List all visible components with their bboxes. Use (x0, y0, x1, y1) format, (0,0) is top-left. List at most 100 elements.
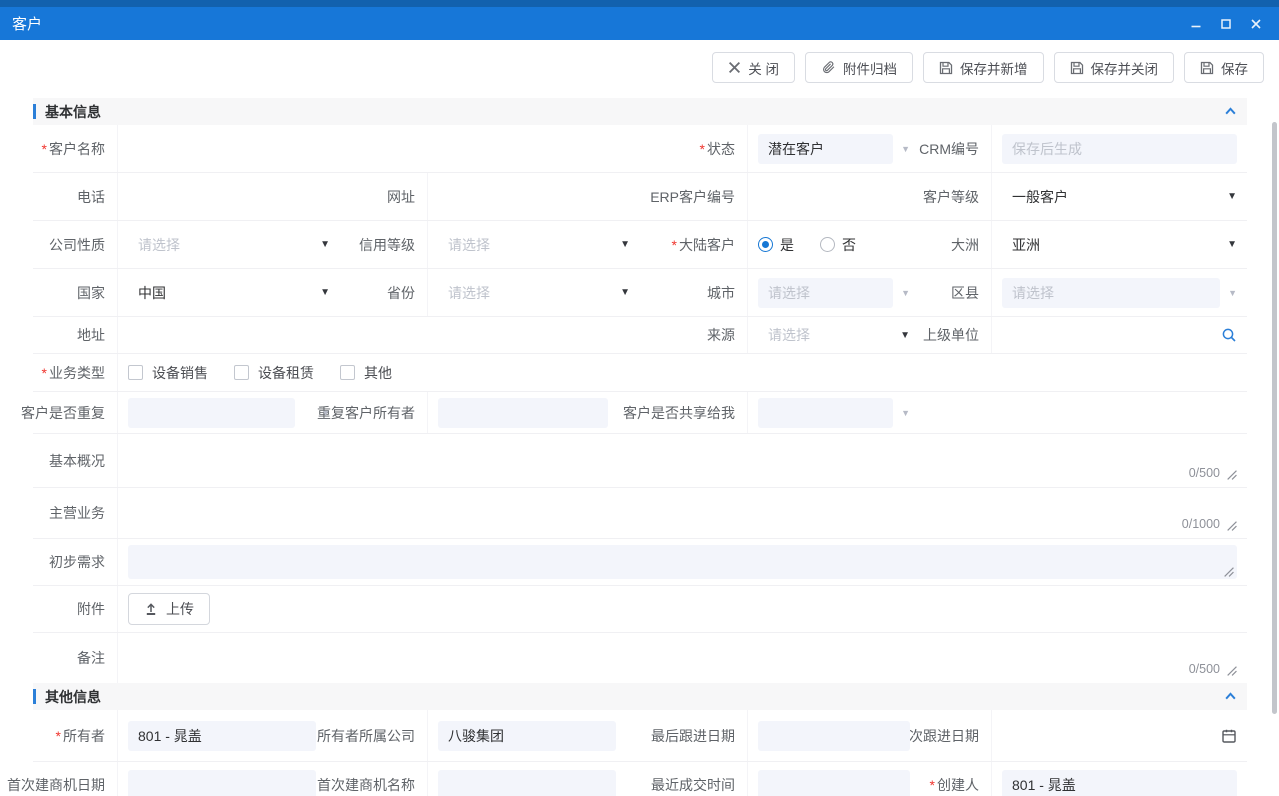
province-field: 请选择▼ (428, 269, 640, 316)
initial-demand-textarea[interactable] (128, 545, 1237, 579)
country-field: 中国▼ (118, 269, 340, 316)
minimize-button[interactable] (1185, 13, 1207, 35)
status-select[interactable]: 潜在客户▼ (758, 134, 910, 164)
company-nature-select[interactable]: 请选择▼ (128, 230, 330, 260)
first-opp-date-field (118, 762, 340, 796)
maximize-button[interactable] (1215, 13, 1237, 35)
form-row: 公司性质 请选择▼ 信用等级 请选择▼ *大陆客户 是 否 大洲 亚洲▼ (33, 221, 1247, 269)
continent-select[interactable]: 亚洲▼ (1002, 230, 1237, 260)
country-label: 国家 (33, 269, 118, 316)
crm-no-input[interactable] (1002, 134, 1237, 164)
checkbox-equipment-rental[interactable]: 设备租赁 (234, 363, 314, 383)
section-accent-bar (33, 689, 36, 704)
initial-demand-label: 初步需求 (33, 539, 118, 585)
form-row: 基本概况 0/500 (33, 434, 1247, 488)
upload-button[interactable]: 上传 (128, 593, 210, 625)
initial-demand-field (118, 539, 1247, 585)
district-field: 请选择▼ (992, 269, 1247, 316)
shared-to-me-select[interactable]: ▼ (758, 398, 910, 428)
last-follow-date-input[interactable] (758, 721, 910, 751)
checkbox-icon (234, 365, 249, 380)
attachment-archive-button[interactable]: 附件归档 (805, 52, 913, 83)
source-select[interactable]: 请选择▼ (758, 320, 910, 350)
radio-yes[interactable]: 是 (758, 235, 794, 255)
last-deal-time-input[interactable] (758, 770, 910, 796)
duplicate-owner-label: 重复客户所有者 (340, 392, 428, 433)
business-type-checkbox-group: 设备销售 设备租赁 其他 (128, 363, 392, 383)
chevron-up-icon[interactable] (1224, 690, 1237, 703)
credit-level-select[interactable]: 请选择▼ (438, 230, 630, 260)
save-and-new-button[interactable]: 保存并新增 (923, 52, 1044, 83)
checkbox-other[interactable]: 其他 (340, 363, 392, 383)
empty-cell (920, 392, 992, 433)
title-bar: 客户 (0, 7, 1279, 40)
is-duplicate-field: ▼ (118, 392, 340, 433)
checkbox-equipment-sales[interactable]: 设备销售 (128, 363, 208, 383)
credit-level-label: 信用等级 (340, 221, 428, 268)
radio-no[interactable]: 否 (820, 235, 856, 255)
form-row: *业务类型 设备销售 设备租赁 其他 (33, 354, 1247, 392)
basic-overview-textarea[interactable]: 0/500 (118, 434, 1247, 487)
last-follow-date-field (748, 710, 920, 761)
form-row: 地址 来源 请选择▼ 上级单位 (33, 317, 1247, 354)
province-select[interactable]: 请选择▼ (438, 278, 630, 308)
district-select[interactable]: 请选择▼ (1002, 278, 1237, 308)
shared-to-me-label: 客户是否共享给我 (640, 392, 748, 433)
is-duplicate-select[interactable]: ▼ (128, 398, 330, 428)
main-business-textarea[interactable]: 0/1000 (118, 488, 1247, 538)
mainland-label: *大陆客户 (640, 221, 748, 268)
company-nature-label: 公司性质 (33, 221, 118, 268)
business-type-field: 设备销售 设备租赁 其他 (118, 354, 1247, 391)
remark-textarea[interactable]: 0/500 (118, 633, 1247, 683)
owner-company-label: 所有者所属公司 (340, 710, 428, 761)
erp-no-input[interactable] (758, 189, 910, 205)
resize-handle-icon[interactable] (1226, 469, 1237, 480)
vertical-scrollbar[interactable] (1272, 122, 1277, 714)
customer-form: 基本信息 *客户名称 *状态 潜在客户▼ CRM编号 电话 网址 ERP客户编号… (33, 98, 1247, 796)
next-follow-date-input[interactable] (1002, 728, 1221, 744)
section-title: 其他信息 (45, 687, 101, 707)
chevron-down-icon: ▼ (901, 288, 910, 298)
mainland-radio-group: 是 否 (758, 235, 856, 255)
parent-unit-label: 上级单位 (920, 317, 992, 353)
first-opp-date-input[interactable] (128, 770, 316, 796)
checkbox-icon (128, 365, 143, 380)
form-row: 首次建商机日期 首次建商机名称 最近成交时间 *创建人 (33, 762, 1247, 796)
calendar-icon[interactable] (1221, 728, 1237, 744)
first-opp-name-label: 首次建商机名称 (340, 762, 428, 796)
owner-label: *所有者 (33, 710, 118, 761)
resize-handle-icon[interactable] (1226, 520, 1237, 531)
owner-input[interactable] (128, 721, 316, 751)
website-input[interactable] (438, 189, 630, 205)
resize-handle-icon[interactable] (1223, 566, 1234, 577)
close-window-button[interactable] (1245, 13, 1267, 35)
country-select[interactable]: 中国▼ (128, 278, 330, 308)
creator-input[interactable] (1002, 770, 1237, 796)
customer-name-input[interactable] (128, 141, 630, 157)
parent-unit-input[interactable] (1002, 327, 1221, 343)
company-nature-field: 请选择▼ (118, 221, 340, 268)
save-button[interactable]: 保存 (1184, 52, 1264, 83)
save-and-close-button[interactable]: 保存并关闭 (1054, 52, 1175, 83)
paperclip-icon (821, 60, 836, 75)
resize-handle-icon[interactable] (1226, 665, 1237, 676)
close-button[interactable]: 关 闭 (712, 52, 795, 83)
next-follow-date-label: 下次跟进日期 (920, 710, 992, 761)
empty-cell (992, 392, 1247, 433)
city-select[interactable]: 请选择▼ (758, 278, 910, 308)
duplicate-owner-input[interactable] (438, 398, 608, 428)
first-opp-name-input[interactable] (438, 770, 616, 796)
phone-input[interactable] (128, 189, 330, 205)
form-row: 主营业务 0/1000 (33, 488, 1247, 539)
chevron-up-icon[interactable] (1224, 105, 1237, 118)
owner-company-input[interactable] (438, 721, 616, 751)
attachment-label: 附件 (33, 586, 118, 632)
erp-no-field (748, 173, 920, 220)
customer-level-select[interactable]: 一般客户▼ (1002, 182, 1237, 212)
upload-icon (144, 602, 158, 616)
business-type-label: *业务类型 (33, 354, 118, 391)
address-input[interactable] (128, 327, 630, 343)
section-accent-bar (33, 104, 36, 119)
chevron-down-icon: ▼ (1228, 288, 1237, 298)
search-icon[interactable] (1221, 327, 1237, 343)
